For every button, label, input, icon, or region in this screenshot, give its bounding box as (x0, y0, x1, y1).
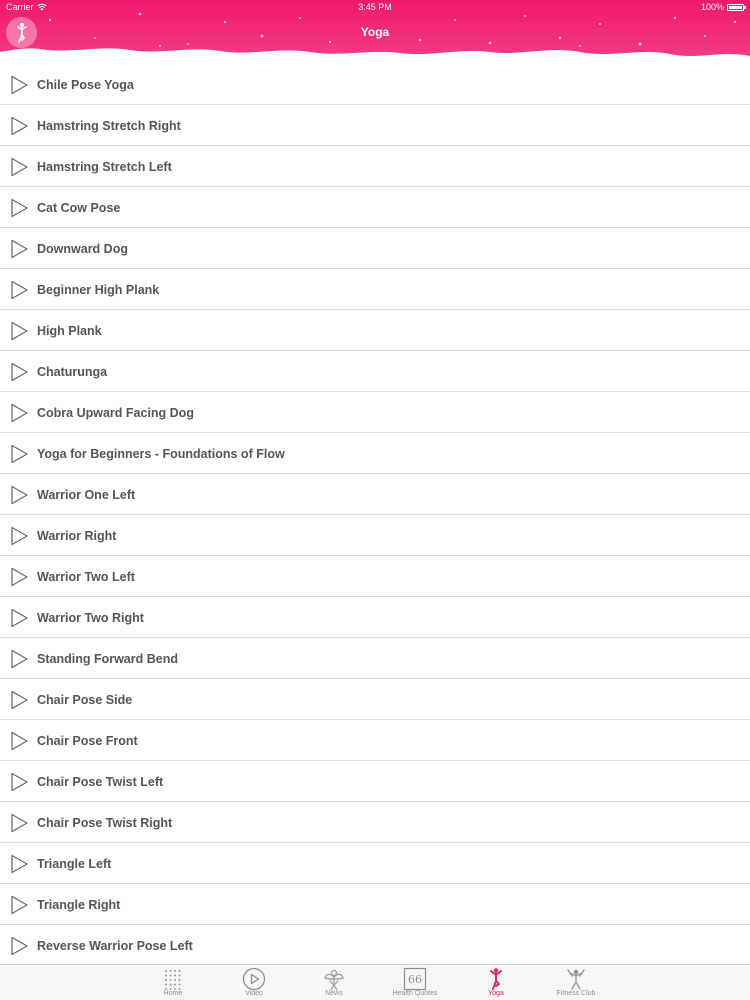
angel-icon (324, 969, 344, 991)
play-triangle-icon (11, 854, 28, 874)
list-item[interactable]: Beginner High Plank (0, 269, 750, 310)
list-item-label: Chair Pose Side (37, 693, 133, 707)
list-item[interactable]: Yoga for Beginners - Foundations of Flow (0, 433, 750, 474)
list-item-label: Triangle Left (37, 857, 112, 871)
list-item[interactable]: High Plank (0, 310, 750, 351)
list-item-label: Cat Cow Pose (37, 201, 121, 215)
list-item[interactable]: Cat Cow Pose (0, 187, 750, 228)
play-triangle-icon (11, 649, 28, 669)
list-item-label: Hamstring Stretch Right (37, 119, 181, 133)
list-item[interactable]: Chaturunga (0, 351, 750, 392)
quote-icon: 66 (403, 967, 427, 991)
list-item[interactable]: Triangle Left (0, 843, 750, 884)
play-triangle-icon (11, 239, 28, 259)
tab-fitness-club[interactable]: Fitness Club (536, 965, 616, 1000)
list-item[interactable]: Chile Pose Yoga (0, 64, 750, 105)
play-triangle-icon (11, 690, 28, 710)
nav-header: Carrier 3:45 PM 100% Yoga (0, 0, 750, 64)
play-triangle-icon (11, 772, 28, 792)
tab-label: Video (245, 990, 263, 997)
tab-health-quotes[interactable]: 66 Health Quotes (375, 965, 455, 1000)
status-time: 3:45 PM (358, 2, 392, 12)
list-item[interactable]: Standing Forward Bend (0, 638, 750, 679)
list-item-label: Hamstring Stretch Left (37, 160, 172, 174)
list-item-label: Standing Forward Bend (37, 652, 178, 666)
dots-grid-icon (165, 970, 181, 990)
battery-percent: 100% (700, 2, 724, 12)
list-item-label: Warrior Two Right (37, 611, 144, 625)
play-triangle-icon (11, 362, 28, 382)
tab-label: Yoga (488, 990, 504, 997)
list-item[interactable]: Hamstring Stretch Right (0, 105, 750, 146)
tab-bar: Home Video News 66 Health Quotes Yoga Fi… (0, 964, 750, 1000)
play-triangle-icon (11, 75, 28, 95)
tab-label: News (325, 990, 343, 997)
list-item[interactable]: Triangle Right (0, 884, 750, 925)
list-item-label: High Plank (37, 324, 102, 338)
list-item-label: Downward Dog (37, 242, 128, 256)
tab-label: Home (163, 990, 183, 997)
play-triangle-icon (11, 567, 28, 587)
list-item[interactable]: Chair Pose Twist Right (0, 802, 750, 843)
play-triangle-icon (11, 157, 28, 177)
battery-icon (727, 3, 746, 11)
list-item[interactable]: Warrior Two Left (0, 556, 750, 597)
play-triangle-icon (11, 936, 28, 956)
list-item-label: Chair Pose Front (37, 734, 138, 748)
play-triangle-icon (11, 813, 28, 833)
app-window: Carrier 3:45 PM 100% Yoga Chile Pose Yog… (0, 0, 750, 1000)
play-triangle-icon (11, 731, 28, 751)
tab-label: Fitness Club (556, 990, 596, 997)
list-item-label: Reverse Warrior Pose Left (37, 939, 193, 953)
yoga-video-list[interactable]: Chile Pose Yoga Hamstring Stretch Right Ha… (0, 64, 750, 964)
list-item[interactable]: Chair Pose Side (0, 679, 750, 720)
list-item-label: Beginner High Plank (37, 283, 160, 297)
play-triangle-icon (11, 280, 28, 300)
play-triangle-icon (11, 116, 28, 136)
play-triangle-icon (11, 485, 28, 505)
svg-text:66: 66 (408, 973, 422, 986)
list-item[interactable]: Warrior Two Right (0, 597, 750, 638)
list-item[interactable]: Warrior One Left (0, 474, 750, 515)
list-item[interactable]: Hamstring Stretch Left (0, 146, 750, 187)
list-item-label: Warrior Right (37, 529, 117, 543)
list-item[interactable]: Chair Pose Front (0, 720, 750, 761)
play-triangle-icon (11, 526, 28, 546)
page-title: Yoga (360, 25, 390, 39)
yoga-person-icon (490, 968, 502, 990)
list-item-label: Chair Pose Twist Right (37, 816, 173, 830)
tab-video[interactable]: Video (214, 965, 294, 1000)
play-triangle-icon (11, 403, 28, 423)
status-bar: Carrier 3:45 PM 100% (0, 0, 750, 14)
list-item[interactable]: Chair Pose Twist Left (0, 761, 750, 802)
play-circle-icon (242, 967, 266, 991)
play-triangle-icon (11, 198, 28, 218)
play-triangle-icon (11, 321, 28, 341)
list-item-label: Chile Pose Yoga (37, 78, 134, 92)
status-battery: 100% (700, 2, 746, 12)
fitness-person-icon (567, 969, 585, 990)
tab-home[interactable]: Home (133, 965, 213, 1000)
play-triangle-icon (11, 608, 28, 628)
list-item-label: Chair Pose Twist Left (37, 775, 164, 789)
tab-news[interactable]: News (294, 965, 374, 1000)
play-triangle-icon (11, 895, 28, 915)
list-item-label: Yoga for Beginners - Foundations of Flow (37, 447, 285, 461)
list-item-label: Cobra Upward Facing Dog (37, 406, 194, 420)
list-item[interactable]: Downward Dog (0, 228, 750, 269)
tab-label: Health Quotes (392, 990, 438, 997)
list-item-label: Warrior Two Left (37, 570, 135, 584)
list-item-label: Triangle Right (37, 898, 121, 912)
list-item[interactable]: Reverse Warrior Pose Left (0, 925, 750, 964)
list-item-label: Chaturunga (37, 365, 108, 379)
list-item[interactable]: Cobra Upward Facing Dog (0, 392, 750, 433)
play-triangle-icon (11, 444, 28, 464)
tab-yoga[interactable]: Yoga (456, 965, 536, 1000)
list-item[interactable]: Warrior Right (0, 515, 750, 556)
list-item-label: Warrior One Left (37, 488, 136, 502)
